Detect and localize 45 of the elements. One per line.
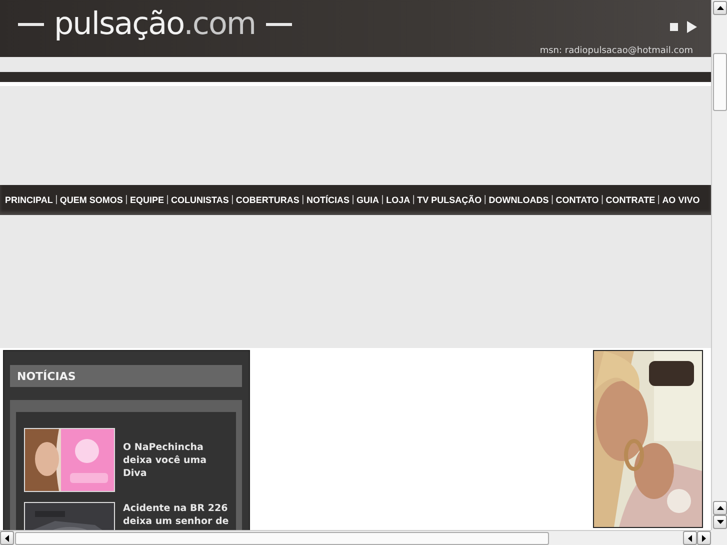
horizontal-scrollbar[interactable]: [0, 530, 711, 545]
scroll-left-icon[interactable]: [0, 531, 14, 545]
nav-link[interactable]: TV PULSAÇÃO: [417, 195, 482, 205]
nav-separator: |: [600, 195, 604, 205]
nav-separator: |: [550, 195, 554, 205]
nav-separator: |: [301, 195, 304, 205]
nav-link[interactable]: LOJA: [386, 195, 410, 205]
scroll-up-icon[interactable]: [713, 501, 727, 515]
scroll-left-icon[interactable]: [683, 531, 697, 545]
news-headline[interactable]: O NaPechincha deixa você uma Diva: [123, 440, 229, 480]
vertical-scrollbar[interactable]: [711, 0, 727, 530]
nav-separator: |: [657, 195, 660, 205]
logo-dash: [266, 23, 292, 26]
nav-link[interactable]: QUEM SOMOS: [60, 195, 123, 205]
nav-separator: |: [54, 195, 58, 205]
nav-separator: |: [412, 195, 416, 205]
panel-title: NOTÍCIAS: [10, 365, 242, 387]
nav-link[interactable]: AO VIVO: [662, 195, 700, 205]
nav-link[interactable]: NOTÍCIAS: [306, 195, 350, 205]
logo-dash: [18, 23, 44, 26]
scroll-up-icon[interactable]: [713, 1, 727, 15]
nav-link[interactable]: DOWNLOADS: [488, 195, 549, 205]
stop-icon[interactable]: [670, 22, 678, 30]
nav-link[interactable]: GUIA: [356, 195, 380, 205]
nav-separator: |: [166, 195, 170, 205]
news-headline[interactable]: Acidente na BR 226 deixa um senhor de: [123, 502, 229, 528]
nav-link[interactable]: COBERTURAS: [236, 195, 300, 205]
nav-separator: |: [351, 195, 355, 205]
play-icon[interactable]: [687, 20, 697, 32]
scroll-thumb[interactable]: [15, 532, 549, 544]
nav-separator: |: [381, 195, 384, 205]
nav-link[interactable]: EQUIPE: [130, 195, 164, 205]
nav-link[interactable]: COLUNISTAS: [171, 195, 229, 205]
scroll-thumb[interactable]: [713, 53, 727, 111]
contact-text: msn: radiopulsacao@hotmail.com: [540, 46, 693, 56]
nav-link[interactable]: PRINCIPAL: [5, 195, 53, 205]
site-logo: pulsação.com: [54, 9, 256, 40]
scroll-down-icon[interactable]: [713, 515, 727, 529]
scrollbar-corner: [711, 530, 727, 545]
nav-separator: |: [230, 195, 234, 205]
nav-link[interactable]: CONTRATE: [606, 195, 656, 205]
nav-link[interactable]: CONTATO: [556, 195, 599, 205]
scroll-right-icon[interactable]: [697, 531, 711, 545]
nav-separator: |: [484, 195, 487, 205]
nav-separator: |: [124, 195, 128, 205]
